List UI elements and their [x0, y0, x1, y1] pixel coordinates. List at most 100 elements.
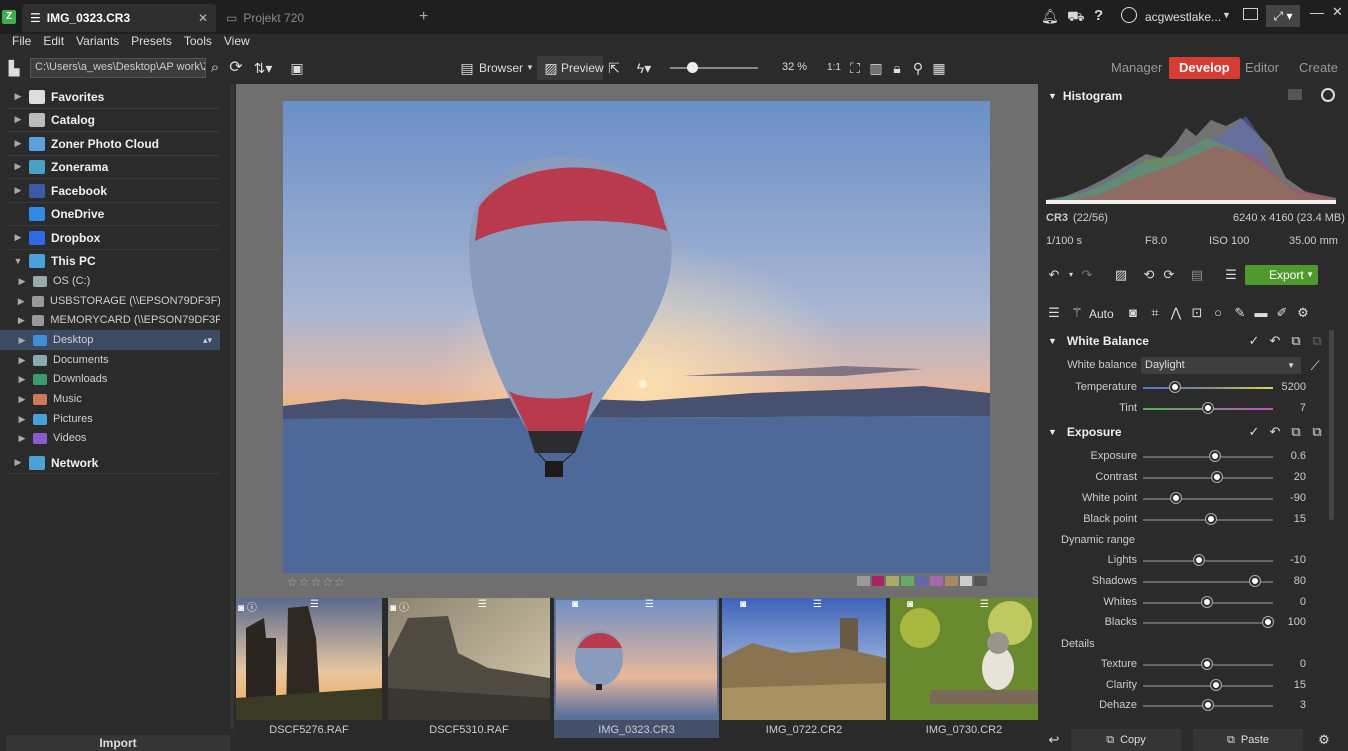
- white-point-slider[interactable]: [1143, 498, 1273, 500]
- whites-slider-knob[interactable]: [1202, 597, 1212, 607]
- auto-button[interactable]: Auto: [1089, 307, 1114, 321]
- browser-dropdown-icon[interactable]: ▼: [526, 63, 534, 72]
- temperature-slider[interactable]: [1143, 387, 1273, 389]
- color-label-black[interactable]: [974, 576, 988, 586]
- nav-subitem-pictures[interactable]: ▶ Pictures: [0, 409, 220, 429]
- nav-subitem-documents[interactable]: ▶ Documents: [0, 350, 220, 370]
- preview-button[interactable]: Preview: [561, 61, 604, 75]
- healing-icon[interactable]: ✐: [1273, 304, 1291, 322]
- black-point-slider-knob[interactable]: [1205, 514, 1216, 524]
- color-label-red[interactable]: [871, 576, 885, 586]
- zoom-slider-track[interactable]: [670, 67, 758, 69]
- expand-arrow-icon[interactable]: ▶: [11, 138, 25, 149]
- mode-manager[interactable]: Manager: [1111, 57, 1162, 79]
- expand-arrow-icon[interactable]: ▶: [11, 114, 25, 125]
- exposure-copy-icon[interactable]: ⧉: [1287, 423, 1305, 441]
- refresh-icon[interactable]: ⟳: [226, 58, 246, 78]
- paste-button[interactable]: ⧉ Paste: [1193, 729, 1303, 751]
- camera-icon[interactable]: ◙: [1124, 304, 1142, 322]
- expanded-arrow-icon[interactable]: ▼: [11, 256, 25, 266]
- radial-filter-icon[interactable]: ○: [1209, 304, 1227, 322]
- clarity-value[interactable]: 15: [1276, 679, 1306, 691]
- loupe-icon[interactable]: ⚲: [908, 58, 928, 78]
- thumbnail-dscf5310[interactable]: [388, 598, 550, 720]
- menu-presets[interactable]: Presets: [125, 34, 178, 52]
- nav-subitem-downloads[interactable]: ▶ Downloads: [0, 369, 220, 389]
- panel-scrollbar[interactable]: [1329, 330, 1334, 520]
- monitor-icon[interactable]: [1243, 8, 1258, 20]
- nav-subitem-usbstorage-epson79df3f-y[interactable]: ▶ USBSTORAGE (\\EPSON79DF3F) (Y:): [0, 291, 220, 311]
- contrast-value[interactable]: 20: [1276, 471, 1306, 483]
- dehaze-value[interactable]: 3: [1276, 699, 1306, 711]
- nav-subitem-memorycard-epson79df3f[interactable]: ▶ MEMORYCARD (\\EPSON79DF3F) ...: [0, 310, 220, 330]
- scrollbar[interactable]: [230, 84, 234, 729]
- white-balance-header[interactable]: ▼ White Balance: [1048, 332, 1149, 350]
- mode-create[interactable]: Create: [1299, 57, 1338, 79]
- expand-arrow-icon[interactable]: ▶: [11, 232, 25, 243]
- exposure-enable-checkbox[interactable]: ✓: [1245, 423, 1263, 441]
- expand-arrow-icon[interactable]: ▶: [11, 91, 25, 102]
- back-icon[interactable]: ↩: [1045, 731, 1063, 749]
- nav-item-onedrive[interactable]: OneDrive: [0, 202, 220, 225]
- menu-tools[interactable]: Tools: [178, 34, 218, 52]
- wb-paste-icon[interactable]: ⧉: [1308, 332, 1326, 350]
- color-label-purple[interactable]: [930, 576, 944, 586]
- expand-arrow-icon[interactable]: ▶: [11, 457, 25, 468]
- color-label-blue[interactable]: [915, 576, 929, 586]
- whites-value[interactable]: 0: [1276, 596, 1306, 608]
- lights-value[interactable]: -10: [1276, 554, 1306, 566]
- black-point-value[interactable]: 15: [1276, 513, 1306, 525]
- sort-icon[interactable]: ⇅▾: [253, 58, 273, 78]
- nav-item-dropbox[interactable]: ▶ Dropbox: [0, 226, 220, 249]
- export-dropdown-icon[interactable]: ▼: [1306, 265, 1314, 285]
- path-input[interactable]: C:\Users\a_wes\Desktop\AP work\ZP: [30, 58, 206, 78]
- exposure-slider[interactable]: [1143, 456, 1273, 458]
- clarity-slider[interactable]: [1143, 685, 1273, 687]
- menu-variants[interactable]: Variants: [70, 34, 125, 52]
- thumbnail-img-0323[interactable]: [554, 598, 719, 720]
- search-icon[interactable]: ⌕: [205, 58, 225, 78]
- nav-subitem-videos[interactable]: ▶ Videos: [0, 428, 220, 448]
- exposure-paste-icon[interactable]: ⧉: [1308, 423, 1326, 441]
- histogram-header[interactable]: ▼ Histogram: [1048, 87, 1122, 105]
- thumbnail-img-0722[interactable]: [722, 598, 886, 720]
- fullscreen-button[interactable]: ⤢ ▾: [1266, 5, 1300, 27]
- adjust-icon[interactable]: ☰: [1222, 266, 1240, 284]
- nav-item-this-pc[interactable]: ▼ This PC: [0, 249, 220, 272]
- color-label-none[interactable]: [857, 576, 870, 586]
- tint-value[interactable]: 7: [1276, 402, 1306, 414]
- exposure-reset-icon[interactable]: ↶: [1266, 423, 1284, 441]
- expand-arrow-icon[interactable]: ▶: [15, 414, 29, 425]
- nav-item-facebook[interactable]: ▶ Facebook: [0, 179, 220, 202]
- filters-icon[interactable]: ☰: [1045, 304, 1063, 322]
- lights-slider[interactable]: [1143, 560, 1273, 562]
- texture-value[interactable]: 0: [1276, 658, 1306, 670]
- nav-subitem-music[interactable]: ▶ Music: [0, 389, 220, 409]
- panel-settings-icon[interactable]: ⚙: [1315, 731, 1333, 749]
- crop-icon[interactable]: ⌗: [1146, 304, 1164, 322]
- perspective-icon[interactable]: ⋀: [1167, 304, 1185, 322]
- cart-icon[interactable]: ⛟: [1067, 8, 1085, 27]
- zoom-slider-knob[interactable]: [687, 62, 698, 73]
- eyedropper-icon[interactable]: ⟋: [1306, 357, 1324, 375]
- expand-arrow-icon[interactable]: ▶: [15, 276, 29, 287]
- contrast-slider[interactable]: [1143, 477, 1273, 479]
- expand-arrow-icon[interactable]: ▶: [15, 374, 29, 385]
- actual-size-icon[interactable]: 1:1: [824, 58, 844, 78]
- help-icon[interactable]: ?: [1094, 7, 1103, 24]
- exposure-value[interactable]: 0.6: [1276, 450, 1306, 462]
- external-open-icon[interactable]: ⇱: [604, 58, 624, 78]
- expand-arrow-icon[interactable]: ▶: [11, 161, 25, 172]
- thumbnail-img-0730[interactable]: [890, 598, 1038, 720]
- expand-arrow-icon[interactable]: ▶: [15, 433, 29, 444]
- nav-item-zoner-photo-cloud[interactable]: ▶ Zoner Photo Cloud: [0, 132, 220, 155]
- wb-copy-icon[interactable]: ⧉: [1287, 332, 1305, 350]
- undo-icon[interactable]: ↶: [1045, 266, 1063, 284]
- grid-view-icon[interactable]: ▦: [929, 58, 949, 78]
- temperature-slider-knob[interactable]: [1169, 382, 1180, 392]
- mode-editor[interactable]: Editor: [1245, 57, 1279, 79]
- rotate-left-icon[interactable]: ⟲: [1140, 266, 1158, 284]
- color-label-orange[interactable]: [945, 576, 958, 586]
- white-point-slider-knob[interactable]: [1170, 493, 1181, 503]
- user-avatar-icon[interactable]: [1121, 7, 1137, 23]
